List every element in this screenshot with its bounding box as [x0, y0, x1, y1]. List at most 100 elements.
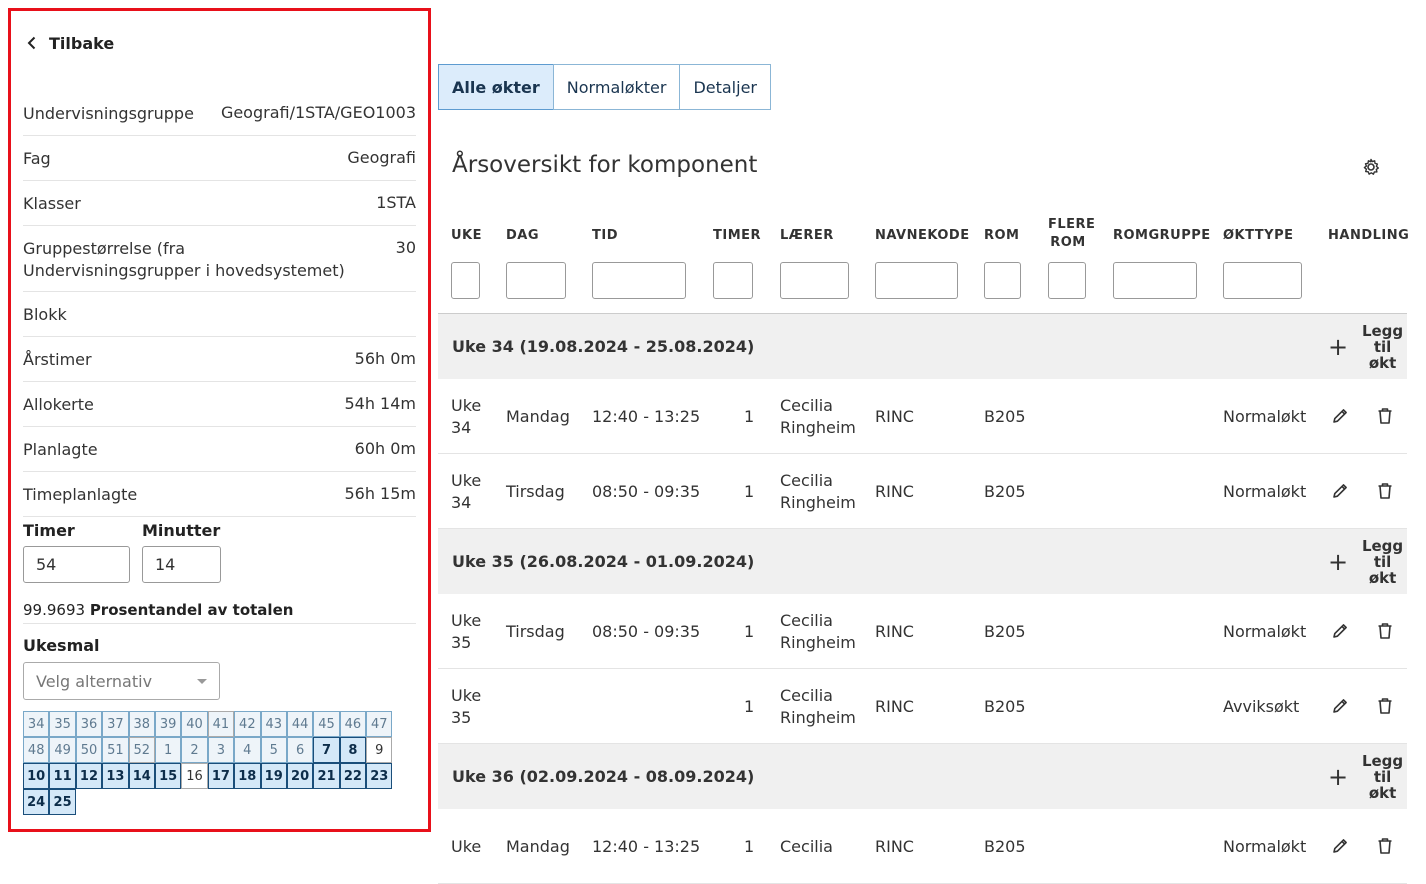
week-toggle[interactable]: 45	[313, 711, 340, 737]
table-row: Uke Mandag 12:40 - 13:25 1 Cecilia RINC B205 No…	[438, 809, 1407, 884]
week-toggle[interactable]: 25	[49, 789, 76, 815]
column-header[interactable]: UKE	[451, 227, 482, 245]
column-header[interactable]: TIMER	[713, 227, 761, 245]
info-row: Gruppestørrelse (fra Undervisningsgruppe…	[23, 226, 416, 292]
column-header[interactable]: DAG	[506, 227, 539, 245]
column-filter-input[interactable]	[875, 262, 958, 299]
cell-uke-number: 35	[451, 632, 472, 652]
week-toggle[interactable]: 17	[207, 763, 235, 789]
trash-icon[interactable]	[1375, 836, 1395, 856]
pencil-icon[interactable]	[1330, 481, 1350, 501]
week-group-row: Uke 35 (26.08.2024 - 01.09.2024) + Legg til…	[438, 529, 1407, 594]
column-header[interactable]: LÆRER	[780, 227, 834, 245]
week-toggle[interactable]: 6	[286, 737, 314, 763]
week-toggle[interactable]: 49	[49, 737, 76, 763]
tab-normalokter[interactable]: Normaløkter	[552, 64, 681, 110]
week-toggle[interactable]: 5	[260, 737, 287, 763]
week-toggle[interactable]: 34	[23, 711, 50, 737]
week-toggle[interactable]: 43	[260, 711, 287, 737]
add-session-button[interactable]: + Legg til økt	[1328, 529, 1407, 594]
week-toggle[interactable]: 13	[102, 763, 129, 789]
cell-okttype: Normaløkt	[1223, 481, 1307, 501]
info-row: Undervisningsgruppe Geografi/1STA/GEO1003	[23, 91, 416, 136]
week-toggle[interactable]: 47	[366, 711, 393, 737]
column-filter-input[interactable]	[506, 262, 566, 299]
column-filter-input[interactable]	[1113, 262, 1197, 299]
week-toggle[interactable]: 11	[49, 763, 76, 789]
column-header[interactable]: FLERE ROM	[1048, 216, 1095, 252]
column-filter-input[interactable]	[451, 262, 480, 299]
cell-okttype: Normaløkt	[1223, 621, 1307, 641]
column-header[interactable]: TID	[592, 227, 618, 245]
week-toggle[interactable]: 16	[181, 763, 208, 789]
week-toggle[interactable]: 23	[366, 763, 393, 789]
week-toggle[interactable]: 19	[260, 763, 287, 789]
week-toggle[interactable]: 24	[23, 789, 50, 815]
week-toggle[interactable]: 3	[207, 737, 235, 763]
column-filter-input[interactable]	[984, 262, 1021, 299]
week-toggle[interactable]: 15	[154, 763, 182, 789]
week-toggle[interactable]: 21	[313, 763, 340, 789]
week-toggle[interactable]: 20	[286, 763, 314, 789]
week-toggle[interactable]: 37	[102, 711, 129, 737]
pencil-icon[interactable]	[1330, 696, 1350, 716]
week-toggle[interactable]: 35	[49, 711, 76, 737]
week-toggle[interactable]: 51	[102, 737, 129, 763]
column-filter-input[interactable]	[592, 262, 686, 299]
cell-uke-label: Uke	[451, 836, 482, 856]
week-toggle[interactable]: 38	[128, 711, 155, 737]
back-button[interactable]: Tilbake	[25, 31, 114, 55]
cell-dag: Tirsdag	[506, 481, 565, 501]
trash-icon[interactable]	[1375, 696, 1395, 716]
week-toggle[interactable]: 7	[313, 737, 340, 763]
trash-icon[interactable]	[1375, 621, 1395, 641]
trash-icon[interactable]	[1375, 481, 1395, 501]
week-toggle[interactable]: 52	[128, 737, 155, 763]
column-header[interactable]: ØKTTYPE	[1223, 227, 1293, 245]
week-toggle[interactable]: 14	[128, 763, 155, 789]
week-toggle[interactable]: 40	[181, 711, 208, 737]
week-toggle[interactable]: 2	[181, 737, 208, 763]
column-filter-input[interactable]	[1223, 262, 1302, 299]
week-toggle[interactable]: 12	[75, 763, 103, 789]
week-toggle[interactable]: 44	[286, 711, 314, 737]
week-toggle[interactable]: 50	[75, 737, 103, 763]
add-label-line2: til økt	[1368, 337, 1397, 372]
column-header[interactable]: ROM	[984, 227, 1020, 245]
ukesmal-select[interactable]: Velg alternativ	[23, 662, 220, 700]
minutter-input[interactable]	[142, 546, 221, 583]
week-toggle[interactable]: 1	[154, 737, 182, 763]
week-toggle[interactable]: 39	[154, 711, 182, 737]
week-toggle[interactable]: 4	[234, 737, 261, 763]
week-toggle[interactable]: 41	[207, 711, 235, 737]
week-toggle[interactable]: 36	[75, 711, 103, 737]
timer-input[interactable]	[23, 546, 130, 583]
week-toggle[interactable]: 18	[234, 763, 261, 789]
cell-laerer-last: Ringheim	[780, 707, 856, 727]
pencil-icon[interactable]	[1330, 621, 1350, 641]
column-header[interactable]: HANDLING	[1328, 227, 1409, 245]
week-toggle[interactable]: 10	[23, 763, 50, 789]
trash-icon[interactable]	[1375, 406, 1395, 426]
tab-alle-okter[interactable]: Alle økter	[438, 64, 554, 110]
pencil-icon[interactable]	[1330, 836, 1350, 856]
column-filter-input[interactable]	[780, 262, 849, 299]
pencil-icon[interactable]	[1330, 406, 1350, 426]
cell-laerer-first: Cecilia	[780, 685, 833, 705]
week-toggle[interactable]: 48	[23, 737, 50, 763]
tab-detaljer[interactable]: Detaljer	[679, 64, 771, 110]
week-toggle[interactable]: 42	[234, 711, 261, 737]
info-row: Klasser 1STA	[23, 181, 416, 226]
column-filter-input[interactable]	[713, 262, 753, 299]
add-session-button[interactable]: + Legg til økt	[1328, 314, 1407, 379]
week-toggle[interactable]: 46	[339, 711, 367, 737]
week-toggle[interactable]: 9	[366, 737, 393, 763]
gear-icon[interactable]	[1361, 157, 1381, 177]
info-value: Geografi/1STA/GEO1003	[220, 103, 416, 122]
add-session-button[interactable]: + Legg til økt	[1328, 744, 1407, 809]
column-filter-input[interactable]	[1048, 262, 1086, 299]
week-toggle[interactable]: 8	[339, 737, 367, 763]
column-header[interactable]: NAVNEKODE	[875, 227, 970, 245]
column-header[interactable]: ROMGRUPPE	[1113, 227, 1211, 245]
week-toggle[interactable]: 22	[339, 763, 367, 789]
